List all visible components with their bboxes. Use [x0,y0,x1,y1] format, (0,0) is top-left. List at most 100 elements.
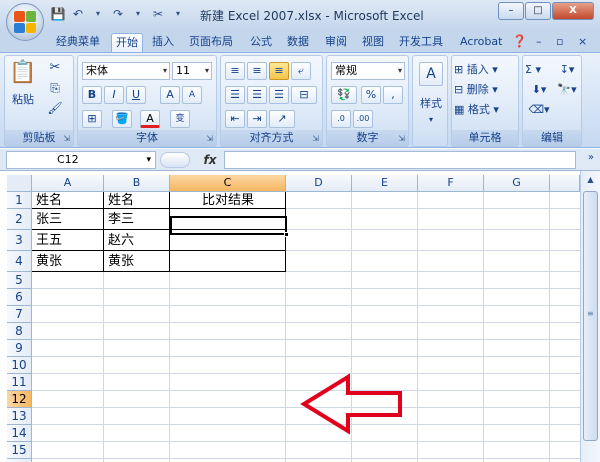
maximize-button[interactable]: □ [525,2,551,20]
decrease-decimal-button[interactable]: .00 [353,110,373,128]
help-icon[interactable]: ❓ [508,33,531,52]
row-header-15[interactable]: 15 [7,442,32,459]
row-header-7[interactable]: 7 [7,306,32,323]
comma-button[interactable]: , [383,86,403,104]
cell-a2[interactable]: 张三 [34,211,62,228]
delete-cells-button[interactable]: ⊟ 删除 ▾ [454,80,518,100]
column-header-a[interactable]: A [32,175,104,192]
row-header-14[interactable]: 14 [7,425,32,442]
expand-formula-bar-icon[interactable]: » [588,152,594,163]
align-top-button[interactable]: ≡ [225,62,245,80]
tab-home[interactable]: 开始 [111,33,143,52]
font-name-select[interactable]: 宋体 ▾ [82,62,170,80]
border-button[interactable]: ⊞ [82,110,102,128]
ribbon-minimize-icon[interactable]: – [532,33,546,52]
tab-view[interactable]: 视图 [358,33,388,52]
column-header-g[interactable]: G [484,175,550,192]
row-header-2[interactable]: 2 [7,209,32,230]
insert-function-button[interactable]: fx [196,151,224,169]
cell-a4[interactable]: 黄张 [34,253,62,270]
column-header-d[interactable]: D [286,175,352,192]
column-header-b[interactable]: B [104,175,170,192]
styles-icon[interactable]: A [419,62,443,86]
cell-b3[interactable]: 赵六 [106,232,134,249]
merge-center-button[interactable]: ⊟ [291,86,317,104]
wrap-text-button[interactable]: ⤶ [291,62,311,80]
find-select-icon[interactable]: 🔭▾ [553,80,581,100]
tab-insert[interactable]: 插入 [148,33,178,52]
row-header-3[interactable]: 3 [7,230,32,251]
formula-bar-expander[interactable] [160,152,190,168]
formula-input[interactable] [224,151,576,169]
orientation-button[interactable]: ↗ [269,110,295,128]
shrink-font-button[interactable]: A [182,86,202,104]
font-color-button[interactable]: A [140,110,160,128]
fill-handle[interactable] [284,232,289,237]
increase-decimal-button[interactable]: .0 [331,110,351,128]
vertical-scrollbar[interactable]: ▲ ≡ [580,171,600,462]
minimize-button[interactable]: – [498,2,524,20]
font-size-select[interactable]: 11 ▾ [172,62,212,80]
office-button[interactable] [6,3,44,41]
cell-b2[interactable]: 李三 [106,211,134,228]
tab-classic-menu[interactable]: 经典菜单 [52,33,104,52]
undo-dropdown-icon[interactable]: ▾ [90,6,106,22]
row-header-5[interactable]: 5 [7,272,32,289]
column-header-c[interactable]: C [170,175,286,192]
fill-icon[interactable]: ⬇▾ [525,80,553,100]
tab-formulas[interactable]: 公式 [246,33,276,52]
decrease-indent-button[interactable]: ⇤ [225,110,245,128]
italic-button[interactable]: I [104,86,124,104]
format-painter-icon[interactable]: 🖌 [45,98,65,118]
column-header-h[interactable] [550,175,580,192]
font-launcher-icon[interactable]: ⇲ [206,134,213,143]
save-icon[interactable]: 💾 [50,6,66,22]
currency-button[interactable]: 💱 [331,86,357,104]
customize-icon[interactable]: ✂ [150,6,166,22]
cell-c1[interactable]: 比对结果 [170,192,286,209]
qat-more-icon[interactable]: ▾ [170,6,186,22]
tab-page-layout[interactable]: 页面布局 [185,33,237,52]
row-header-4[interactable]: 4 [7,251,32,272]
close-button[interactable]: X [552,2,594,20]
clear-icon[interactable]: ⌫▾ [525,100,553,120]
underline-button[interactable]: U [126,86,146,104]
bold-button[interactable]: B [82,86,102,104]
row-header-11[interactable]: 11 [7,374,32,391]
worksheet-grid[interactable]: A B C D E F G 1 2 3 4 5 6 7 8 9 10 11 12… [0,171,580,462]
number-launcher-icon[interactable]: ⇲ [398,134,405,143]
number-format-select[interactable]: 常规 ▾ [331,62,405,80]
paste-icon[interactable]: 📋 [9,58,37,88]
undo-icon[interactable]: ↶ [70,6,86,22]
align-center-button[interactable]: ☰ [247,86,267,104]
row-header-1[interactable]: 1 [7,192,32,209]
ribbon-close-icon[interactable]: × [574,33,591,52]
redo-dropdown-icon[interactable]: ▾ [130,6,146,22]
cut-icon[interactable]: ✂ [45,58,65,78]
paste-button[interactable]: 粘贴 [7,90,39,110]
scrollbar-thumb[interactable]: ≡ [583,191,598,441]
column-header-e[interactable]: E [352,175,418,192]
insert-cells-button[interactable]: ⊞ 插入 ▾ [454,60,518,80]
active-cell-selection[interactable] [170,216,287,235]
alignment-launcher-icon[interactable]: ⇲ [312,134,319,143]
sort-filter-icon[interactable]: ↧▾ [553,60,581,80]
row-header-9[interactable]: 9 [7,340,32,357]
cell-a3[interactable]: 王五 [34,232,62,249]
row-header-10[interactable]: 10 [7,357,32,374]
fill-color-button[interactable]: 🪣 [112,110,132,128]
format-cells-button[interactable]: ▦ 格式 ▾ [454,100,518,120]
row-header-6[interactable]: 6 [7,289,32,306]
cell-b1[interactable]: 姓名 [106,192,134,209]
align-middle-button[interactable]: ≡ [247,62,267,80]
align-bottom-button[interactable]: ≡ [269,62,289,80]
row-header-12[interactable]: 12 [7,391,32,408]
copy-icon[interactable]: ⎘ [45,78,65,98]
grow-font-button[interactable]: A [160,86,180,104]
phonetic-button[interactable]: 变 [170,110,190,128]
tab-review[interactable]: 审阅 [321,33,351,52]
redo-icon[interactable]: ↷ [110,6,126,22]
autosum-button[interactable]: Σ ▾ [525,60,553,80]
align-left-button[interactable]: ☰ [225,86,245,104]
clipboard-launcher-icon[interactable]: ⇲ [63,134,70,143]
